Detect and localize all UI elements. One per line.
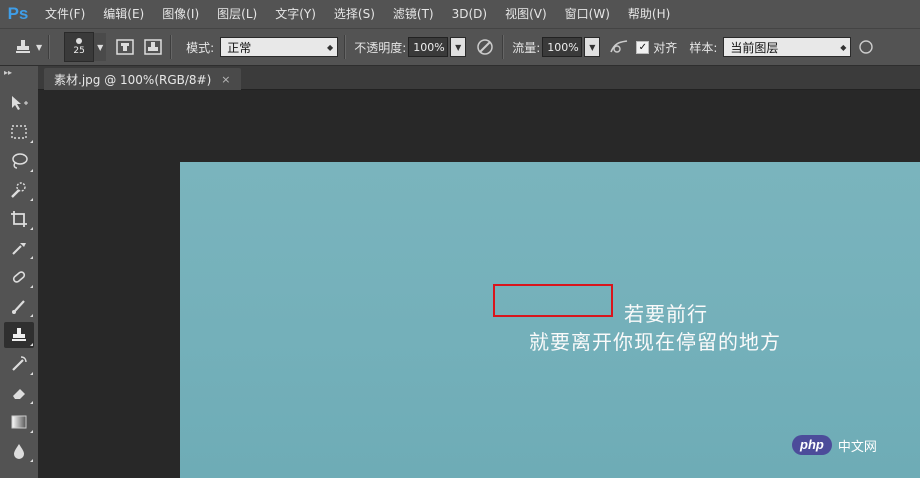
menu-file[interactable]: 文件(F) (36, 0, 94, 28)
menu-help[interactable]: 帮助(H) (619, 0, 679, 28)
aligned-checkbox[interactable]: ✓ (636, 40, 650, 54)
eraser-tool[interactable] (4, 380, 34, 406)
image-text-line-2: 就要离开你现在停留的地方 (529, 330, 781, 354)
healing-brush-tool[interactable] (4, 264, 34, 290)
blend-mode-select[interactable]: 正常 ◆ (220, 37, 339, 57)
menu-image[interactable]: 图像(I) (153, 0, 208, 28)
menu-view[interactable]: 视图(V) (496, 0, 556, 28)
blur-tool[interactable] (4, 438, 34, 464)
airbrush-icon[interactable] (608, 36, 630, 58)
brush-tip-icon (76, 38, 83, 44)
move-tool[interactable] (4, 90, 34, 116)
sample-label: 样本: (689, 40, 718, 55)
select-arrows-icon: ◆ (840, 42, 847, 52)
clone-stamp-tool[interactable] (4, 322, 34, 348)
tool-preset-chevron-icon[interactable]: ▼ (36, 43, 42, 52)
flow-slider-toggle[interactable]: ▼ (584, 37, 601, 57)
document-tab-title: 素材.jpg @ 100%(RGB/8#) (54, 72, 212, 87)
blend-mode-value: 正常 (227, 40, 252, 55)
toggle-clone-source-panel-icon[interactable] (142, 36, 164, 58)
history-brush-icon (12, 356, 27, 371)
watermark: php 中文网 (792, 434, 916, 456)
crop-tool[interactable] (4, 206, 34, 232)
marquee-tool[interactable] (4, 119, 34, 145)
sample-select[interactable]: 当前图层 ◆ (723, 37, 852, 57)
brush-icon (12, 300, 25, 314)
flow-input[interactable]: 100% (542, 37, 583, 57)
highlight-box (493, 284, 613, 317)
opacity-slider-toggle[interactable]: ▼ (450, 37, 467, 57)
opacity-label: 不透明度: (354, 40, 407, 55)
menu-3d[interactable]: 3D(D) (443, 0, 496, 28)
gradient-icon (11, 415, 27, 429)
history-brush-tool[interactable] (4, 351, 34, 377)
clone-stamp-icon (12, 328, 26, 341)
healing-brush-icon (12, 271, 26, 283)
menu-filter[interactable]: 滤镜(T) (384, 0, 443, 28)
menu-bar: Ps 文件(F) 编辑(E) 图像(I) 图层(L) 文字(Y) 选择(S) 滤… (0, 0, 920, 28)
image-text-line-1: 若要前行 (624, 302, 708, 326)
opacity-input[interactable]: 100% (408, 37, 449, 57)
brush-preset-dropdown[interactable]: ▼ (94, 33, 107, 61)
watermark-text: 中文网 (837, 439, 877, 455)
divider (170, 35, 173, 59)
divider (48, 35, 51, 59)
marquee-icon (11, 125, 27, 139)
menu-window[interactable]: 窗口(W) (556, 0, 619, 28)
close-icon[interactable]: × (221, 73, 230, 86)
brush-preset-picker[interactable]: 25 (64, 32, 95, 62)
menu-edit[interactable]: 编辑(E) (94, 0, 153, 28)
brush-tool[interactable] (4, 293, 34, 319)
select-arrows-icon: ◆ (327, 42, 334, 52)
pressure-opacity-icon[interactable] (474, 36, 496, 58)
lasso-tool[interactable] (4, 148, 34, 174)
lasso-icon (12, 153, 28, 169)
eyedropper-tool[interactable] (4, 235, 34, 261)
panel-collapse-icon[interactable]: ▸▸ (0, 66, 38, 88)
blur-icon (14, 444, 24, 459)
quick-select-tool[interactable] (4, 177, 34, 203)
move-icon (12, 96, 28, 110)
photoshop-logo: Ps (7, 4, 29, 23)
aligned-label: 对齐 (653, 40, 678, 55)
options-bar: ▼ 25 ▼ 模式: 正常 ◆ 不透明度: 100% ▼ 流量: 100% ▼ … (0, 28, 920, 66)
brush-size: 25 (73, 46, 85, 56)
quick-select-icon (11, 182, 26, 198)
clone-stamp-tool-preset-icon[interactable] (12, 36, 34, 58)
document-image[interactable]: 若要前行 就要离开你现在停留的地方 (180, 162, 920, 478)
menu-type[interactable]: 文字(Y) (266, 0, 325, 28)
document-tab[interactable]: 素材.jpg @ 100%(RGB/8#) × (44, 68, 241, 90)
divider (344, 35, 347, 59)
document-tab-bar: 素材.jpg @ 100%(RGB/8#) × (38, 66, 920, 90)
menu-layer[interactable]: 图层(L) (208, 0, 266, 28)
mode-label: 模式: (186, 40, 215, 55)
eyedropper-icon (12, 243, 26, 255)
ignore-adjustment-layers-icon[interactable] (855, 36, 877, 58)
gradient-tool[interactable] (4, 409, 34, 435)
flow-label: 流量: (512, 40, 541, 55)
toggle-brush-panel-icon[interactable] (114, 36, 136, 58)
divider (502, 35, 505, 59)
crop-icon (11, 211, 27, 227)
eraser-icon (13, 389, 25, 399)
menu-select[interactable]: 选择(S) (325, 0, 384, 28)
watermark-badge: php (792, 435, 832, 455)
tools-panel: ▸▸ (0, 66, 39, 478)
sample-value: 当前图层 (730, 40, 779, 55)
